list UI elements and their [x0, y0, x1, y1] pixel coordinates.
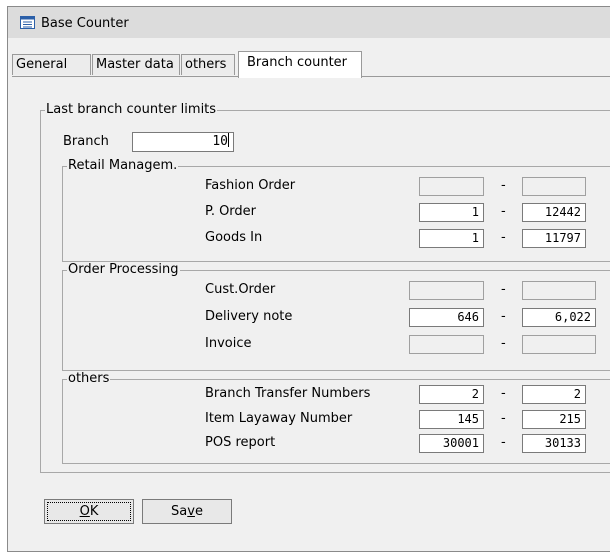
tab-branch-counter[interactable]: Branch counter [238, 51, 362, 78]
retail-management-section: Retail Managem. Fashion Order - P. Order… [62, 158, 610, 262]
ok-mnemonic: O [79, 504, 90, 519]
save-mnemonic: v [187, 504, 195, 519]
pos-report-dash: - [501, 435, 506, 450]
item-layaway-to-field[interactable]: 215 [522, 410, 586, 429]
branch-transfer-from-field[interactable]: 2 [419, 385, 484, 404]
window-title: Base Counter [41, 16, 129, 31]
branch-label: Branch [63, 134, 109, 149]
order-processing-section: Order Processing Cust.Order - Delivery n… [62, 262, 610, 371]
item-layaway-from-field[interactable]: 145 [419, 410, 484, 429]
branch-transfer-to-field[interactable]: 2 [522, 385, 586, 404]
branch-input[interactable]: 10 [132, 132, 234, 152]
goods-in-to-field[interactable]: 11797 [522, 229, 586, 248]
invoice-from-field[interactable] [409, 335, 484, 354]
goods-in-dash: - [501, 230, 506, 245]
goods-in-from-field[interactable]: 1 [419, 229, 484, 248]
branch-counter-panel: Last branch counter limits Branch 10 Ret… [12, 76, 610, 543]
base-counter-window: Base Counter General Master data others … [7, 6, 610, 552]
window-app-icon [20, 16, 35, 29]
ok-button[interactable]: OK [44, 499, 134, 524]
others-title: others [67, 371, 111, 386]
retail-management-title: Retail Managem. [67, 158, 179, 173]
p-order-dash: - [501, 204, 506, 219]
invoice-dash: - [501, 336, 506, 351]
ok-label-rest: K [89, 504, 99, 519]
save-button[interactable]: Save [142, 499, 232, 524]
tab-others[interactable]: others [181, 54, 235, 75]
pos-report-from-field[interactable]: 30001 [419, 434, 484, 453]
invoice-label: Invoice [205, 336, 252, 351]
tab-master-data[interactable]: Master data [92, 54, 180, 75]
goods-in-label: Goods In [205, 230, 263, 245]
fashion-order-to-field[interactable] [522, 177, 586, 196]
item-layaway-number-label: Item Layaway Number [205, 411, 353, 426]
save-label-rest: e [194, 504, 203, 519]
branch-transfer-numbers-label: Branch Transfer Numbers [205, 386, 371, 401]
delivery-note-dash: - [501, 309, 506, 324]
cust-order-dash: - [501, 282, 506, 297]
last-branch-counter-group: Last branch counter limits Branch 10 Ret… [40, 102, 610, 473]
fashion-order-from-field[interactable] [419, 177, 484, 196]
cust-order-label: Cust.Order [205, 282, 276, 297]
order-processing-title: Order Processing [67, 262, 180, 277]
fashion-order-dash: - [501, 178, 506, 193]
item-layaway-dash: - [501, 411, 506, 426]
save-label-prefix: Sa [171, 504, 188, 519]
others-section: others Branch Transfer Numbers 2 - 2 Ite… [62, 371, 610, 464]
delivery-note-label: Delivery note [205, 309, 293, 324]
fashion-order-label: Fashion Order [205, 178, 296, 193]
pos-report-to-field[interactable]: 30133 [522, 434, 586, 453]
branch-transfer-dash: - [501, 386, 506, 401]
cust-order-to-field[interactable] [522, 281, 596, 300]
branch-value: 10 [212, 134, 228, 149]
last-branch-counter-title: Last branch counter limits [45, 102, 218, 117]
delivery-note-to-field[interactable]: 6,022 [522, 308, 596, 327]
tab-strip: General Master data others Branch counte… [12, 31, 610, 78]
p-order-label: P. Order [205, 204, 257, 219]
invoice-to-field[interactable] [522, 335, 596, 354]
cust-order-from-field[interactable] [409, 281, 484, 300]
tab-general[interactable]: General [12, 54, 91, 75]
text-cursor [228, 133, 229, 147]
p-order-from-field[interactable]: 1 [419, 203, 484, 222]
pos-report-label: POS report [205, 435, 276, 450]
p-order-to-field[interactable]: 12442 [522, 203, 586, 222]
delivery-note-from-field[interactable]: 646 [409, 308, 484, 327]
